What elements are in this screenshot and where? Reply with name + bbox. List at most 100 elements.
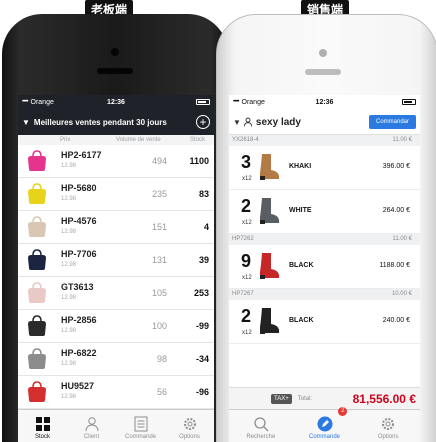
stock-count: 4 <box>203 222 209 232</box>
add-icon[interactable]: + <box>196 115 210 129</box>
column-stock: Stock <box>190 137 206 143</box>
client-name[interactable]: sexy lady <box>256 117 301 128</box>
table-row[interactable]: HP-7706 12.98 131 39 <box>18 244 214 277</box>
battery-icon <box>402 99 416 105</box>
table-row[interactable]: HP-6822 12.98 98 -34 <box>18 343 214 376</box>
group-code: HP7267 <box>232 291 254 297</box>
page-title[interactable]: Meilleures ventes pendant 30 jours <box>34 118 167 127</box>
product-code: HP-5680 <box>61 183 97 193</box>
order-button[interactable]: Commandar <box>368 115 416 129</box>
status-bar: ••••• Orange 12:36 <box>229 95 420 109</box>
grey-handbag-icon <box>24 347 50 371</box>
column-price: Prix <box>60 137 71 143</box>
speaker-grille <box>305 69 341 75</box>
tab-client[interactable]: Client <box>67 410 116 442</box>
stock-count: -99 <box>195 321 209 331</box>
product-code: HU9527 <box>61 381 95 391</box>
pink-heel-shoe-icon <box>24 149 50 173</box>
navy-handbag-icon <box>24 248 50 272</box>
item-quantity: 9 <box>241 251 252 271</box>
sales-screen: ••••• Orange 12:36 ▼ sexy lady Commandar… <box>229 95 420 442</box>
yellow-sandal-icon <box>24 182 50 206</box>
item-pack-size: x12 <box>242 275 252 281</box>
search-icon <box>254 417 269 432</box>
gear-icon <box>183 418 196 430</box>
grid-icon <box>35 417 50 431</box>
table-row[interactable]: HP-5680 12.98 235 83 <box>18 178 214 211</box>
tan-boot-icon <box>256 152 282 182</box>
table-row[interactable]: GT3613 12.98 105 253 <box>18 277 214 310</box>
item-pack-size: x12 <box>242 330 252 336</box>
product-price: 12.98 <box>61 262 77 268</box>
table-row[interactable]: HP-2856 12.98 100 -99 <box>18 310 214 343</box>
boss-tab-bar: Stock Client Commande Options <box>18 409 214 442</box>
item-pack-size: x12 <box>242 176 252 182</box>
product-price: 12.98 <box>61 163 77 169</box>
stock-count: -34 <box>195 354 209 364</box>
tab-options[interactable]: Options <box>165 410 214 442</box>
order-item[interactable]: 2 x12 WHITE 264.00 € <box>229 190 420 234</box>
tab-stock[interactable]: Stock <box>18 410 67 442</box>
stock-count: 1100 <box>189 156 209 166</box>
item-quantity: 2 <box>241 196 252 216</box>
gear-icon <box>382 418 395 430</box>
order-item[interactable]: 2 x12 BLACK 240.00 € <box>229 300 420 344</box>
product-price: 12.98 <box>61 394 77 400</box>
total-value: 81,556.00 € <box>352 391 416 406</box>
pencil-icon <box>317 416 332 432</box>
sales-volume: 56 <box>156 387 167 397</box>
total-bar: TAX+ Total: 81,556.00 € <box>229 387 420 409</box>
order-item[interactable]: 3 x12 KHAKI 396.00 € <box>229 146 420 190</box>
tab-label: Stock <box>34 434 50 440</box>
table-row[interactable]: HP-4576 12.98 151 4 <box>18 211 214 244</box>
sales-volume: 494 <box>151 156 167 166</box>
product-price: 12.98 <box>61 361 77 367</box>
product-code: HP2-6177 <box>61 150 102 160</box>
product-code: GT3613 <box>61 282 94 292</box>
status-bar: ••••• Orange 12:36 <box>18 95 214 109</box>
tab-label: Client <box>83 434 100 440</box>
item-color: KHAKI <box>289 163 312 170</box>
order-list: YX2618-4 11.00 € 3 x12 KHAKI 396.00 € 2 x12 WHIT… <box>229 135 420 344</box>
product-price: 12.98 <box>61 328 77 334</box>
tab-recherche[interactable]: Recherche <box>229 410 293 442</box>
sales-volume: 235 <box>151 189 167 199</box>
boss-header: ••••• Orange 12:36 ▼ Meilleures ventes p… <box>18 95 214 135</box>
tab-commande[interactable]: Commande <box>116 410 165 442</box>
notification-badge: 2 <box>338 407 348 416</box>
stock-count: 83 <box>198 189 209 199</box>
chevron-down-icon[interactable]: ▼ <box>22 118 30 127</box>
list-icon <box>134 416 147 432</box>
product-group-header: HP7262 11.00 € <box>229 234 420 245</box>
best-sellers-list: HP2-6177 12.98 494 1100 HP-5680 12.98 235 83 HP-… <box>18 145 214 409</box>
item-color: WHITE <box>289 207 312 214</box>
product-code: HP-7706 <box>61 249 97 259</box>
item-quantity: 2 <box>241 306 252 326</box>
beige-clutch-icon <box>24 215 50 239</box>
pink-tote-icon <box>24 281 50 305</box>
stock-count: 253 <box>193 288 209 298</box>
speaker-grille <box>97 68 133 74</box>
tab-label: Commande <box>124 434 156 440</box>
battery-icon <box>196 99 210 105</box>
tab-label: Commande <box>309 434 341 440</box>
column-header: Prix Volume de vente Stock <box>18 135 214 145</box>
status-time: 12:36 <box>315 98 334 106</box>
red-boot-icon <box>256 251 282 281</box>
product-price: 12.98 <box>61 196 77 202</box>
total-label: Total: <box>297 395 313 402</box>
item-quantity: 3 <box>241 152 252 172</box>
tax-toggle-button[interactable]: TAX+ <box>271 393 292 404</box>
product-code: HP-2856 <box>61 315 97 325</box>
tab-options[interactable]: Options <box>356 410 420 442</box>
group-price: 11.00 € <box>392 236 412 242</box>
chevron-down-icon[interactable]: ▼ <box>233 118 241 127</box>
product-code: HP-6822 <box>61 348 97 358</box>
tab-commande[interactable]: 2 Commande <box>293 407 357 442</box>
table-row[interactable]: HP2-6177 12.98 494 1100 <box>18 145 214 178</box>
black-red-boot-icon <box>256 306 282 336</box>
order-item[interactable]: 9 x12 BLACK 1188.00 € <box>229 245 420 289</box>
product-group-header: YX2618-4 11.00 € <box>229 135 420 146</box>
table-row[interactable]: HU9527 12.98 56 -96 <box>18 376 214 409</box>
sales-volume: 105 <box>151 288 167 298</box>
